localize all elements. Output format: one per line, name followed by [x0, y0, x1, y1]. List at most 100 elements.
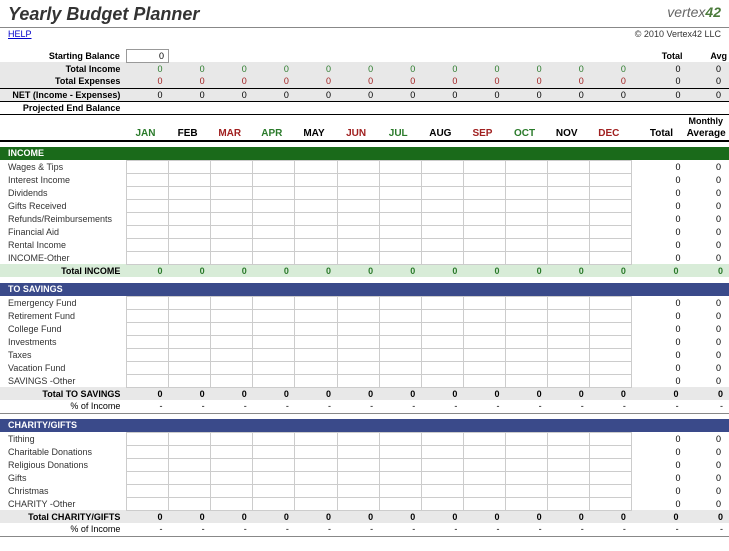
cell-1-1-1[interactable] — [169, 309, 211, 322]
cell-2-5-4[interactable] — [295, 497, 337, 510]
cell-0-4-5[interactable] — [337, 212, 379, 225]
cell-0-6-1[interactable] — [169, 238, 211, 251]
cell-1-1-9[interactable] — [506, 309, 548, 322]
cell-0-3-10[interactable] — [548, 199, 590, 212]
cell-0-7-4[interactable] — [295, 251, 337, 264]
cell-0-1-11[interactable] — [590, 173, 632, 186]
cell-2-5-6[interactable] — [379, 497, 421, 510]
cell-1-1-7[interactable] — [421, 309, 463, 322]
cell-1-4-11[interactable] — [590, 348, 632, 361]
cell-1-0-9[interactable] — [506, 296, 548, 309]
cell-0-3-6[interactable] — [379, 199, 421, 212]
cell-1-3-7[interactable] — [421, 335, 463, 348]
cell-2-0-2[interactable] — [211, 432, 253, 445]
cell-0-5-6[interactable] — [379, 225, 421, 238]
help-link[interactable]: HELP — [8, 29, 32, 39]
cell-0-3-2[interactable] — [211, 199, 253, 212]
cell-1-3-3[interactable] — [253, 335, 295, 348]
cell-0-0-1[interactable] — [169, 160, 211, 173]
cell-0-0-5[interactable] — [337, 160, 379, 173]
cell-1-2-3[interactable] — [253, 322, 295, 335]
cell-0-4-8[interactable] — [463, 212, 505, 225]
cell-0-4-3[interactable] — [253, 212, 295, 225]
cell-2-4-6[interactable] — [379, 484, 421, 497]
cell-1-2-8[interactable] — [463, 322, 505, 335]
cell-1-6-0[interactable] — [126, 374, 168, 387]
cell-0-0-2[interactable] — [211, 160, 253, 173]
cell-0-5-3[interactable] — [253, 225, 295, 238]
cell-0-5-11[interactable] — [590, 225, 632, 238]
cell-0-4-0[interactable] — [126, 212, 168, 225]
cell-2-2-3[interactable] — [253, 458, 295, 471]
cell-2-2-11[interactable] — [590, 458, 632, 471]
cell-0-4-4[interactable] — [295, 212, 337, 225]
cell-0-4-9[interactable] — [506, 212, 548, 225]
cell-2-1-10[interactable] — [548, 445, 590, 458]
cell-2-1-11[interactable] — [590, 445, 632, 458]
cell-0-4-10[interactable] — [548, 212, 590, 225]
cell-1-2-6[interactable] — [379, 322, 421, 335]
cell-2-0-4[interactable] — [295, 432, 337, 445]
cell-0-7-5[interactable] — [337, 251, 379, 264]
cell-0-6-4[interactable] — [295, 238, 337, 251]
cell-1-3-9[interactable] — [506, 335, 548, 348]
cell-2-3-6[interactable] — [379, 471, 421, 484]
cell-2-4-0[interactable] — [126, 484, 168, 497]
cell-2-2-5[interactable] — [337, 458, 379, 471]
cell-0-0-6[interactable] — [379, 160, 421, 173]
cell-1-1-6[interactable] — [379, 309, 421, 322]
cell-0-0-0[interactable] — [126, 160, 168, 173]
cell-0-2-10[interactable] — [548, 186, 590, 199]
cell-0-7-10[interactable] — [548, 251, 590, 264]
cell-2-5-0[interactable] — [126, 497, 168, 510]
cell-1-2-2[interactable] — [211, 322, 253, 335]
cell-0-6-8[interactable] — [463, 238, 505, 251]
cell-0-5-1[interactable] — [169, 225, 211, 238]
cell-2-0-1[interactable] — [169, 432, 211, 445]
cell-2-2-10[interactable] — [548, 458, 590, 471]
cell-1-2-9[interactable] — [506, 322, 548, 335]
cell-0-5-10[interactable] — [548, 225, 590, 238]
cell-2-2-8[interactable] — [463, 458, 505, 471]
cell-0-6-3[interactable] — [253, 238, 295, 251]
cell-0-4-2[interactable] — [211, 212, 253, 225]
starting-balance-input[interactable]: 0 — [126, 49, 168, 62]
cell-2-3-2[interactable] — [211, 471, 253, 484]
cell-2-1-3[interactable] — [253, 445, 295, 458]
cell-1-2-5[interactable] — [337, 322, 379, 335]
cell-0-2-2[interactable] — [211, 186, 253, 199]
cell-0-2-1[interactable] — [169, 186, 211, 199]
cell-0-2-6[interactable] — [379, 186, 421, 199]
cell-1-1-11[interactable] — [590, 309, 632, 322]
cell-0-3-3[interactable] — [253, 199, 295, 212]
cell-2-2-2[interactable] — [211, 458, 253, 471]
cell-1-2-10[interactable] — [548, 322, 590, 335]
cell-2-3-10[interactable] — [548, 471, 590, 484]
cell-1-3-2[interactable] — [211, 335, 253, 348]
cell-2-4-8[interactable] — [463, 484, 505, 497]
cell-2-4-3[interactable] — [253, 484, 295, 497]
cell-1-6-3[interactable] — [253, 374, 295, 387]
cell-0-7-2[interactable] — [211, 251, 253, 264]
cell-2-2-0[interactable] — [126, 458, 168, 471]
cell-1-1-3[interactable] — [253, 309, 295, 322]
cell-2-0-6[interactable] — [379, 432, 421, 445]
cell-0-7-9[interactable] — [506, 251, 548, 264]
cell-1-5-8[interactable] — [463, 361, 505, 374]
cell-2-4-10[interactable] — [548, 484, 590, 497]
cell-1-3-6[interactable] — [379, 335, 421, 348]
cell-0-2-9[interactable] — [506, 186, 548, 199]
cell-0-0-4[interactable] — [295, 160, 337, 173]
cell-1-1-10[interactable] — [548, 309, 590, 322]
cell-2-5-10[interactable] — [548, 497, 590, 510]
cell-0-7-1[interactable] — [169, 251, 211, 264]
cell-1-3-11[interactable] — [590, 335, 632, 348]
cell-0-4-11[interactable] — [590, 212, 632, 225]
cell-0-2-8[interactable] — [463, 186, 505, 199]
cell-1-4-7[interactable] — [421, 348, 463, 361]
cell-2-3-3[interactable] — [253, 471, 295, 484]
cell-1-4-8[interactable] — [463, 348, 505, 361]
cell-2-3-5[interactable] — [337, 471, 379, 484]
cell-1-2-4[interactable] — [295, 322, 337, 335]
cell-2-1-1[interactable] — [169, 445, 211, 458]
